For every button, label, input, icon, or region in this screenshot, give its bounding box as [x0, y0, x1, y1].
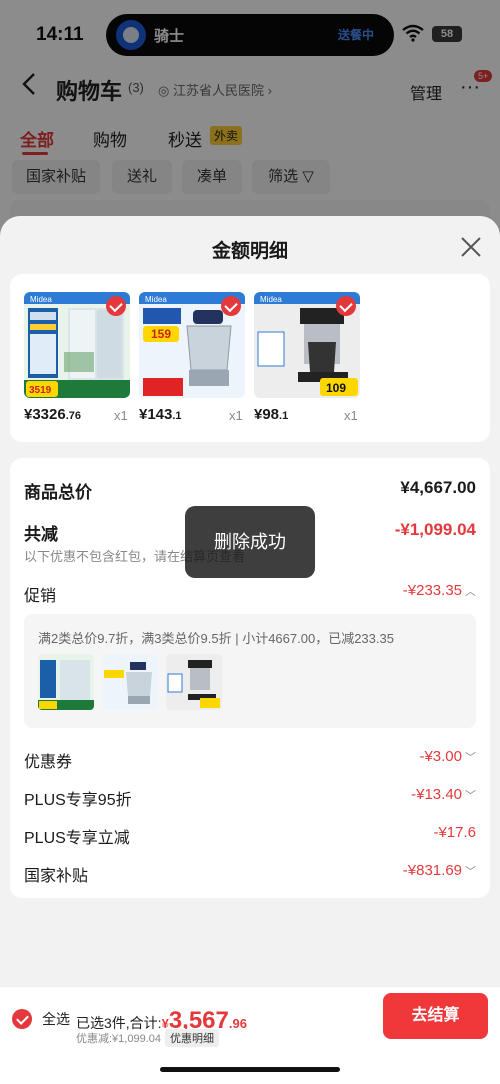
checkout-button[interactable]: 去结算 — [383, 993, 488, 1039]
product-image-tag: 159 — [151, 327, 171, 341]
price-decimal: .1 — [172, 410, 182, 422]
product-price: ¥143.1 — [139, 406, 182, 423]
national-subsidy-label: 国家补贴 — [24, 868, 89, 885]
promo-thumb-coffee-maker — [166, 654, 222, 710]
close-icon[interactable] — [456, 232, 486, 262]
product-check-icon[interactable] — [106, 296, 126, 316]
discount-detail-button[interactable]: 优惠明细 — [165, 1029, 219, 1047]
price-decimal: .76 — [65, 410, 82, 422]
product-image-chopper: Midea 159 — [139, 292, 245, 398]
svg-text:Midea: Midea — [260, 295, 282, 304]
product-image-fridge: Midea 3519 — [24, 292, 130, 398]
total-reduce-value: -¥1,099.04 — [394, 520, 476, 539]
promo-label: 促销 — [24, 588, 57, 605]
national-subsidy-row[interactable]: -¥831.69 ﹀ — [403, 862, 476, 879]
svg-text:Midea: Midea — [30, 295, 52, 304]
chevron-down-icon: ﹀ — [465, 752, 476, 764]
chevron-up-icon: ︿ — [465, 586, 476, 598]
svg-text:Midea: Midea — [145, 295, 167, 304]
coupon-label: 优惠券 — [24, 754, 73, 771]
promo-detail-text: 满2类总价9.7折，满3类总价9.5折 | 小计4667.00，已减233.35 — [38, 631, 394, 646]
discount-summary: 优惠减:¥1,099.04 优惠明细 — [76, 1029, 219, 1047]
promo-row[interactable]: -¥233.35 ︿ — [403, 582, 476, 599]
total-reduce-label: 共减 — [24, 525, 58, 544]
home-indicator[interactable] — [160, 1067, 340, 1072]
product-image-tag: 109 — [326, 381, 346, 395]
plus95-label: PLUS专享95折 — [24, 792, 132, 809]
select-all-check-icon[interactable] — [12, 1009, 32, 1029]
promo-thumb-fridge — [38, 654, 94, 710]
chevron-down-icon: ﹀ — [465, 866, 476, 878]
price-main: ¥98 — [254, 406, 280, 423]
toast-message: 删除成功 — [185, 506, 315, 578]
national-subsidy-value: -¥831.69 — [402, 862, 462, 879]
chevron-down-icon: ﹀ — [465, 790, 476, 802]
promo-value: -¥233.35 — [402, 582, 462, 599]
select-all-label[interactable]: 全选 — [42, 1009, 70, 1029]
price-main: ¥143 — [139, 406, 173, 423]
plus95-value: -¥13.40 — [411, 786, 462, 803]
discount-text: 优惠减:¥1,099.04 — [76, 1033, 161, 1045]
coupon-row[interactable]: -¥3.00 ﹀ — [419, 748, 476, 765]
price-main: ¥3326 — [24, 406, 66, 423]
coupon-value: -¥3.00 — [419, 748, 462, 765]
product-price: ¥3326.76 — [24, 406, 81, 423]
products-card: Midea 3519 ¥3326.76 x1 Midea 159 ¥143.1 … — [10, 274, 490, 442]
product-qty: x1 — [229, 408, 243, 423]
promo-thumb-chopper — [102, 654, 158, 710]
product-price: ¥98.1 — [254, 406, 288, 423]
promo-detail-box: 满2类总价9.7折，满3类总价9.5折 | 小计4667.00，已减233.35 — [24, 614, 476, 728]
price-decimal: .1 — [279, 410, 289, 422]
product-check-icon[interactable] — [221, 296, 241, 316]
amount-detail-sheet: 金额明细 Midea 3519 ¥3326.76 x1 Midea 159 ¥1… — [0, 216, 500, 1083]
total-price-label: 商品总价 — [24, 483, 92, 502]
product-qty: x1 — [114, 408, 128, 423]
total-decimal: .96 — [228, 1016, 247, 1031]
sheet-title: 金额明细 — [211, 241, 288, 262]
product-image-coffee-maker: Midea 109 — [254, 292, 360, 398]
product-qty: x1 — [344, 408, 358, 423]
plus-instant-label: PLUS专享立减 — [24, 830, 130, 847]
product-check-icon[interactable] — [336, 296, 356, 316]
product-image-tag: 3519 — [29, 385, 52, 396]
plus-instant-value: -¥17.6 — [433, 824, 476, 841]
total-price-value: ¥4,667.00 — [400, 478, 476, 497]
plus95-row[interactable]: -¥13.40 ﹀ — [411, 786, 476, 803]
